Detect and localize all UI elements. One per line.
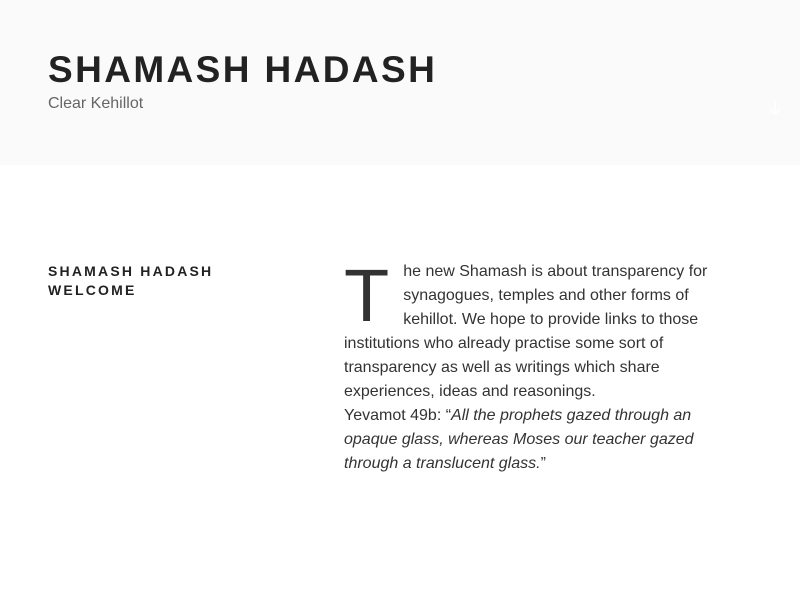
citation-prefix: Yevamot 49b: “: [344, 407, 452, 424]
dropcap-letter: T: [344, 254, 390, 337]
site-header: SHAMASH HADASH Clear Kehillot: [0, 0, 800, 165]
site-tagline: Clear Kehillot: [48, 95, 144, 112]
main-content: SHAMASH HADASH WELCOME The new Shamash i…: [0, 165, 800, 600]
citation-suffix: ”: [540, 455, 546, 472]
post-title: SHAMASH HADASH WELCOME: [48, 263, 214, 298]
arrow-down-icon-graphic: [769, 100, 781, 116]
intro-text: he new Shamash is about transparency for…: [344, 263, 708, 400]
intro-paragraph: The new Shamash is about transparency fo…: [344, 254, 726, 404]
citation-paragraph: Yevamot 49b: “All the prophets gazed thr…: [344, 404, 726, 476]
arrow-down-icon[interactable]: [766, 96, 784, 118]
post-body: The new Shamash is about transparency fo…: [344, 254, 726, 476]
site-title-link[interactable]: SHAMASH HADASH: [48, 48, 437, 92]
